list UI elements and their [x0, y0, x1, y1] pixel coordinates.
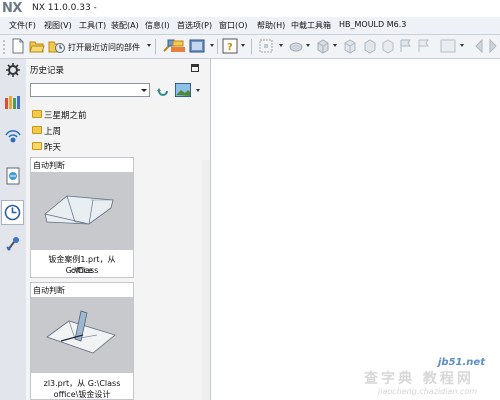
chevron-down-icon[interactable] [141, 89, 147, 92]
view-options-dropdown-icon[interactable] [196, 89, 200, 92]
panel-scrollbar[interactable] [202, 160, 210, 400]
menu-tools[interactable]: 工具(T) [79, 20, 106, 31]
new-file-icon[interactable] [10, 38, 26, 54]
folder-last-week[interactable]: 上周 [30, 123, 200, 137]
history-tab[interactable] [1, 200, 24, 225]
resource-bar [0, 59, 27, 400]
toolbar-separator [217, 39, 218, 54]
layer-settings-icon[interactable] [170, 38, 186, 54]
rotate-dropdown-icon[interactable] [306, 44, 310, 47]
toolbar-grip[interactable] [2, 38, 7, 54]
rotate-view-icon[interactable] [288, 38, 304, 54]
window-title: NX 11.0.0.33 - [32, 3, 97, 13]
menu-view[interactable]: 视图(V) [44, 20, 72, 31]
view-dropdown-icon[interactable] [210, 44, 214, 47]
folder-icon [32, 110, 42, 118]
settings-gear-icon[interactable] [4, 61, 22, 79]
flag-icon[interactable] [398, 38, 414, 54]
svg-text:?: ? [227, 42, 233, 53]
history-item-card[interactable]: 自动判断 钣金案例1.prt，从 G:\Class office [30, 157, 134, 278]
menu-hb-mould[interactable]: HB_MOULD M6.3 [339, 20, 406, 29]
folder-icon [32, 126, 42, 134]
cube-front-icon[interactable] [362, 38, 378, 54]
folder-label: 三星期之前 [44, 111, 87, 121]
part-thumbnail [31, 297, 133, 373]
menu-toolbox[interactable]: 中载工具箱 [291, 20, 331, 31]
cube-side-icon[interactable] [380, 38, 396, 54]
system-materials-icon[interactable] [4, 235, 22, 253]
recent-parts-icon[interactable] [48, 38, 65, 54]
navigate-forward-icon[interactable] [486, 38, 500, 54]
panel-title: 历史记录 [30, 66, 65, 76]
shading-dropdown-icon[interactable] [333, 44, 337, 47]
card-header: 自动判断 [33, 161, 65, 170]
part-navigator-icon[interactable] [4, 93, 22, 111]
recent-parts-dropdown-icon[interactable] [147, 44, 151, 47]
background-color-icon[interactable] [440, 38, 456, 54]
card-caption-line2: office\钣金设计 [53, 390, 111, 399]
role-info-icon[interactable] [4, 127, 22, 145]
wireframe-cube-icon[interactable] [342, 38, 358, 54]
graphics-window[interactable] [211, 59, 500, 400]
toolbar-separator [155, 39, 156, 54]
thumbnail-view-icon[interactable] [175, 83, 191, 97]
panel-restore-icon[interactable] [191, 64, 199, 72]
help-icon[interactable]: ? [222, 38, 238, 54]
standard-toolbar: 打开最近访问的部件 ? [0, 35, 500, 59]
open-folder-icon[interactable] [29, 38, 45, 54]
watermark-url-secondary: jiaocheng.chazidian.com [378, 387, 478, 396]
fit-dropdown-icon[interactable] [279, 44, 283, 47]
card-header: 自动判断 [33, 286, 65, 295]
refresh-history-icon[interactable] [156, 83, 170, 97]
title-bar: NX NX 11.0.0.33 - [0, 0, 500, 17]
flag-alt-icon[interactable] [416, 38, 432, 54]
background-dropdown-icon[interactable] [460, 44, 464, 47]
menu-window[interactable]: 窗口(O) [219, 20, 248, 31]
folder-open-icon [32, 142, 42, 150]
folder-label: 昨天 [44, 143, 62, 153]
help-dropdown-icon[interactable] [241, 44, 245, 47]
shaded-cube-icon[interactable] [315, 38, 331, 54]
folder-label: 上周 [44, 127, 62, 137]
view-display-icon[interactable] [189, 38, 205, 54]
part-thumbnail [31, 172, 133, 250]
toolbar-separator [251, 39, 252, 54]
menu-preferences[interactable]: 首选项(P) [177, 20, 212, 31]
web-browser-icon[interactable] [4, 167, 22, 185]
menu-file[interactable]: 文件(F) [9, 20, 36, 31]
folder-yesterday[interactable]: 昨天 [30, 139, 200, 153]
history-item-card[interactable]: 自动判断 zl3.prt，从 G:\Class office\钣金设计 [30, 282, 134, 400]
menu-bar: 文件(F) 视图(V) 工具(T) 装配(A) 信息(I) 首选项(P) 窗口(… [0, 17, 500, 35]
folder-three-weeks-ago[interactable]: 三星期之前 [30, 107, 200, 121]
recent-parts-label[interactable]: 打开最近访问的部件 [68, 42, 140, 53]
card-caption-line2: office [71, 266, 93, 275]
menu-assembly[interactable]: 装配(A) [111, 20, 139, 31]
fit-view-icon[interactable] [258, 38, 274, 54]
watermark-text: 查字典 教程网 [364, 371, 474, 387]
history-filter-select[interactable] [30, 83, 150, 97]
menu-info[interactable]: 信息(I) [145, 20, 170, 31]
menu-help[interactable]: 帮助(H) [257, 20, 285, 31]
watermark-url: jb51.net [438, 357, 485, 368]
card-caption-line1: zl3.prt，从 G:\Class [43, 379, 121, 388]
nx-logo: NX [2, 1, 22, 16]
